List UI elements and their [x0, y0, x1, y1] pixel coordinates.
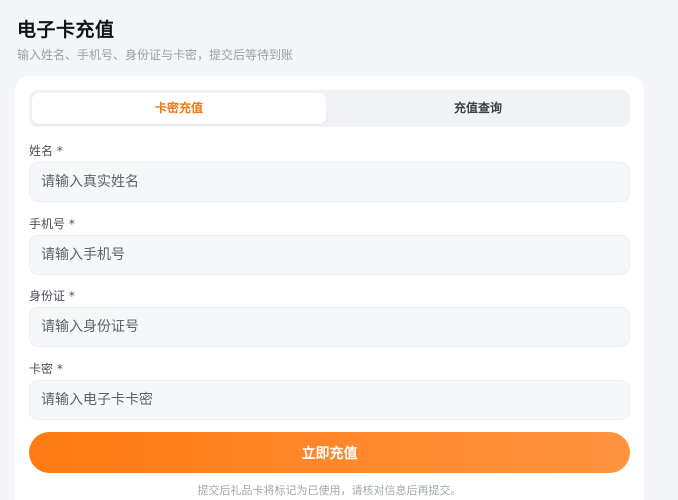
recharge-card: 卡密充值 充值查询 姓名 * 手机号 * 身份证 * 卡密 * 立即充值 提交后… — [15, 76, 644, 500]
footnote: 提交后礼品卡将标记为已使用，请核对信息后再提交。 — [197, 484, 462, 497]
page-subtitle: 输入姓名、手机号、身份证与卡密，提交后等待到账 — [17, 48, 294, 62]
submit-recharge-button[interactable]: 立即充值 — [29, 432, 630, 473]
id-card-label: 身份证 * — [29, 289, 75, 303]
page-title: 电子卡充值 — [17, 19, 115, 41]
name-label: 姓名 * — [29, 144, 63, 158]
page: 电子卡充值 输入姓名、手机号、身份证与卡密，提交后等待到账 卡密充值 充值查询 … — [0, 0, 678, 500]
card-secret-label: 卡密 * — [29, 362, 63, 376]
tab-bar: 卡密充值 充值查询 — [29, 90, 630, 127]
name-input[interactable] — [29, 162, 630, 202]
phone-label: 手机号 * — [29, 217, 75, 231]
id-card-input[interactable] — [29, 307, 630, 347]
tab-recharge-query[interactable]: 充值查询 — [329, 93, 627, 124]
tab-card-recharge[interactable]: 卡密充值 — [32, 93, 326, 124]
phone-input[interactable] — [29, 235, 630, 275]
card-secret-input[interactable] — [29, 380, 630, 420]
